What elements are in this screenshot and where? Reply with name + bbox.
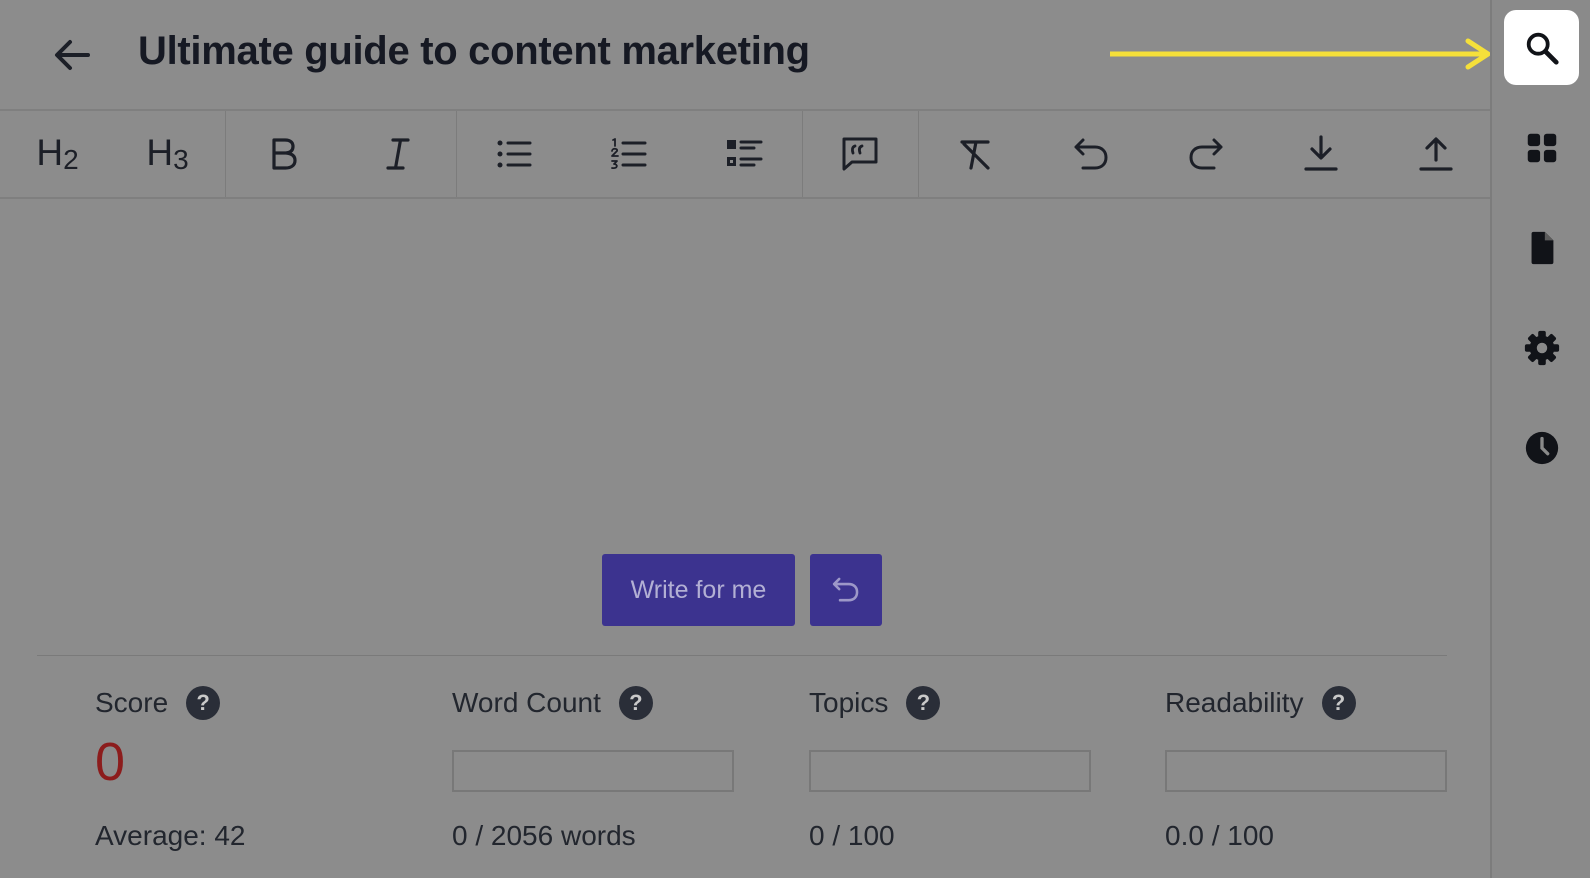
- sidebar-item-grid[interactable]: [1504, 110, 1579, 185]
- topics-value: 0 / 100: [809, 820, 895, 851]
- topics-label: Topics: [809, 687, 889, 718]
- undo-icon: [1074, 138, 1107, 170]
- sidebar-item-settings[interactable]: [1504, 310, 1579, 385]
- numbered-list-icon: [610, 138, 646, 170]
- grid-icon: [1527, 133, 1556, 162]
- heading-2-icon: H2: [36, 132, 79, 175]
- bold-button[interactable]: [225, 111, 340, 197]
- redo-icon: [1189, 138, 1222, 170]
- quote-button[interactable]: [802, 111, 917, 197]
- topics-metric: Topics? 0 / 100: [809, 686, 1109, 851]
- italic-icon: [385, 138, 410, 170]
- back-button[interactable]: [50, 33, 94, 77]
- editor-area[interactable]: [0, 199, 1490, 539]
- upload-icon: [1418, 137, 1453, 171]
- clear-format-button[interactable]: [918, 111, 1033, 197]
- bold-icon: [271, 138, 297, 170]
- clear-format-icon: [959, 140, 990, 170]
- heading-2-button[interactable]: H2: [0, 111, 115, 197]
- readability-value: 0.0 / 100: [1165, 820, 1274, 851]
- topics-progress-bar: [809, 750, 1091, 792]
- numbered-list-button[interactable]: [571, 111, 686, 197]
- bullet-list-button[interactable]: [456, 111, 571, 197]
- write-for-me-button[interactable]: Write for me: [602, 554, 795, 626]
- score-label: Score: [95, 687, 169, 718]
- help-icon[interactable]: ?: [1321, 686, 1356, 720]
- download-icon: [1303, 135, 1338, 171]
- readability-progress-bar: [1165, 750, 1447, 792]
- metrics-divider: [37, 655, 1447, 656]
- quote-icon: [842, 137, 877, 171]
- undo-write-button[interactable]: [810, 554, 882, 626]
- heading-3-button[interactable]: H3: [110, 111, 225, 197]
- gear-icon: [1524, 330, 1559, 365]
- annotation-arrow-icon: [1110, 38, 1491, 70]
- help-icon[interactable]: ?: [906, 686, 941, 720]
- formatting-toolbar: H2 H3: [0, 111, 1490, 199]
- download-button[interactable]: [1263, 111, 1378, 197]
- sidebar-item-document[interactable]: [1504, 210, 1579, 285]
- undo-toolbar-button[interactable]: [1033, 111, 1148, 197]
- help-icon[interactable]: ?: [618, 686, 653, 720]
- checklist-icon: [726, 140, 762, 167]
- search-icon: [1526, 32, 1559, 65]
- right-sidebar: [1490, 0, 1590, 878]
- checklist-button[interactable]: [686, 111, 801, 197]
- document-icon: [1531, 231, 1553, 264]
- bullet-list-icon: [497, 140, 531, 168]
- redo-toolbar-button[interactable]: [1148, 111, 1263, 197]
- word-count-value: 0 / 2056 words: [452, 820, 636, 851]
- readability-label: Readability: [1165, 687, 1304, 718]
- word-count-label: Word Count: [452, 687, 601, 718]
- score-average: Average: 42: [95, 820, 246, 851]
- header: Ultimate guide to content marketing: [0, 0, 1491, 111]
- word-count-metric: Word Count? 0 / 2056 words: [452, 686, 752, 851]
- sidebar-item-search[interactable]: [1504, 10, 1579, 85]
- clock-icon: [1525, 431, 1558, 464]
- sidebar-item-history[interactable]: [1504, 410, 1579, 485]
- score-metric: Score? 0 Average: 42: [95, 686, 395, 851]
- readability-metric: Readability? 0.0 / 100: [1165, 686, 1465, 851]
- score-value: 0: [95, 732, 126, 792]
- upload-button[interactable]: [1378, 111, 1493, 197]
- word-count-progress-bar: [452, 750, 734, 792]
- arrow-left-icon: [55, 40, 90, 70]
- italic-button[interactable]: [340, 111, 455, 197]
- page-title: Ultimate guide to content marketing: [138, 29, 810, 73]
- heading-3-icon: H3: [146, 132, 189, 175]
- editor-main: Ultimate guide to content marketing H2 H…: [0, 0, 1491, 878]
- undo-icon: [832, 577, 859, 602]
- help-icon[interactable]: ?: [186, 686, 221, 720]
